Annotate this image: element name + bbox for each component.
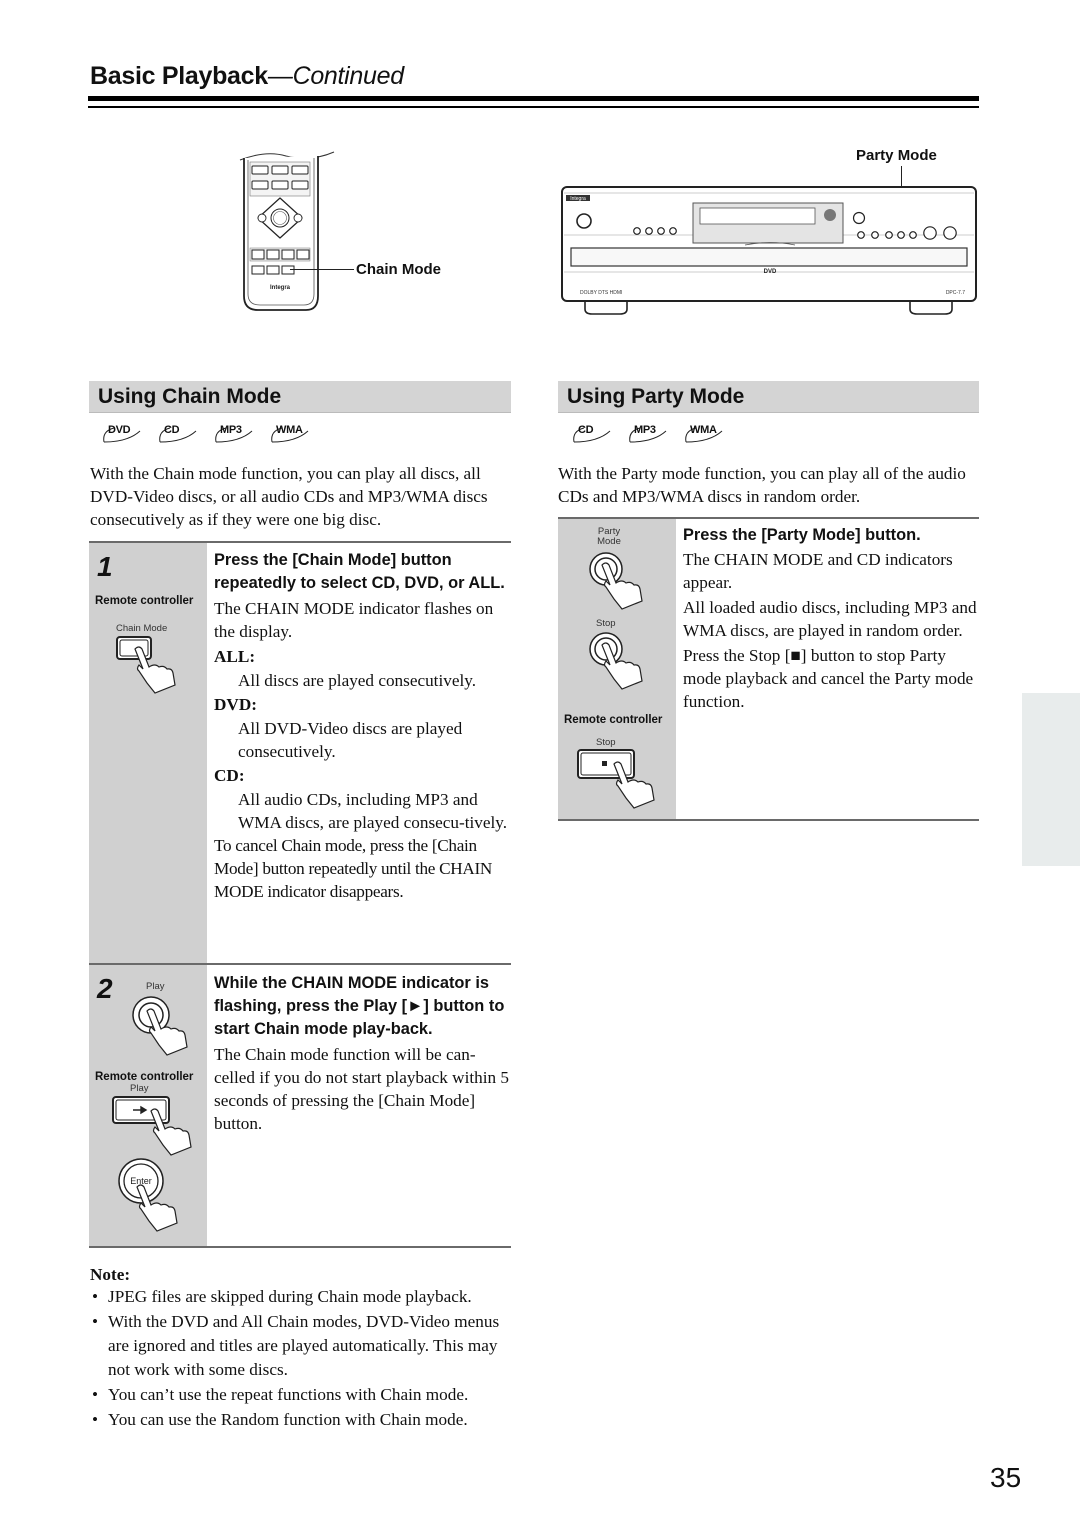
party-step-para-3: Press the Stop [■] button to stop Party … [683,646,974,711]
player-drawing: Integra DVD DOLBY DTS HDMI DPC-7.7 [561,186,977,315]
svg-text:DVD: DVD [764,269,777,275]
step-2-illustration-column: 2 Play Remote controller Play Enter [89,965,207,1246]
step-1-heading: Press the [Chain Mode] button repeatedly… [214,551,505,592]
header-rule-thin [88,106,979,108]
party-step-bottom-rule [558,819,979,821]
party-step-illustration-column: Party Mode Stop Remote controller Stop [558,519,676,819]
party-mode-heading: Using Party Mode [558,381,979,413]
mode-label-cd: CD: [214,766,245,785]
chapter-side-tab [1022,693,1080,866]
mode-text-all: All discs are played consecutively. [238,671,476,690]
remote-controller-label: Remote controller [564,714,663,726]
party-mode-intro: With the Party mode function, you can pl… [558,464,966,506]
mode-text-cd: All audio CDs, including MP3 and WMA dis… [238,790,508,832]
page-title-suffix: —Continued [267,62,404,90]
remote-play-button-label: Play [130,1083,149,1094]
page-title: Basic Playback—Continued [90,62,404,91]
mode-label-all: ALL: [214,647,256,666]
note-item: With the DVD and All Chain modes, DVD-Vi… [90,1310,514,1382]
note-item: You can use the Random function with Cha… [90,1408,514,1432]
disc-badge-mp3: MP3 [626,423,670,445]
note-item: JPEG files are skipped during Chain mode… [90,1285,514,1309]
press-party-mode-button-icon [589,552,643,610]
step-1-content: Press the [Chain Mode] button repeatedly… [214,549,512,903]
remote-stop-button-label: Stop [596,737,616,748]
remote-controller-label: Remote controller [95,595,194,607]
header-rule-thick [88,96,979,101]
disc-badge-cd: CD [156,423,200,445]
disc-badge-wma: WMA [268,423,312,445]
disc-badge-wma: WMA [682,423,726,445]
step-1-illustration-column: 1 Remote controller Chain Mode [89,543,207,963]
page-title-main: Basic Playback [90,62,268,90]
svg-text:DPC-7.7: DPC-7.7 [946,290,965,296]
party-step-para-2: All loaded audio discs, including MP3 an… [683,598,977,640]
chain-mode-callout: Chain Mode [356,261,441,278]
step-2-heading: While the CHAIN MODE indicator is flashi… [214,974,505,1038]
chain-mode-heading: Using Chain Mode [89,381,511,413]
svg-text:Integra: Integra [270,285,291,291]
press-remote-stop-button-icon [577,749,655,809]
press-panel-play-button-icon [132,996,188,1056]
step-2-content: While the CHAIN MODE indicator is flashi… [214,972,512,1135]
chain-mode-button-label: Chain Mode [116,623,168,634]
disc-badge-mp3: MP3 [212,423,256,445]
panel-play-button-label: Play [146,981,165,992]
party-step-heading: Press the [Party Mode] button. [683,526,921,544]
step-number: 1 [97,551,113,582]
disc-badge-cd: CD [570,423,614,445]
step-number: 2 [97,973,113,1004]
press-enter-button-icon: Enter [118,1158,178,1232]
panel-party-mode-button-label: Party Mode [597,526,621,547]
step-2-text: The Chain mode function will be can-cell… [214,1045,509,1133]
player-illustration: Integra DVD DOLBY DTS HDMI DPC-7.7 [560,186,980,326]
mode-label-dvd: DVD: [214,695,257,714]
note-title: Note: [90,1265,131,1284]
chain-mode-disc-badges: DVD CD MP3 WMA [100,423,312,445]
disc-badge-dvd: DVD [100,423,144,445]
party-step-content: Press the [Party Mode] button. The CHAIN… [683,524,979,713]
party-step-para-1: The CHAIN MODE and CD indicators appear. [683,550,953,592]
note-list: JPEG files are skipped during Chain mode… [90,1285,514,1432]
chain-mode-note: Note: JPEG files are skipped during Chai… [90,1265,514,1433]
cancel-chain-mode-text: To cancel Chain mode, press the [Chain M… [214,836,493,901]
step-2-bottom-rule [89,1246,511,1248]
press-panel-stop-button-icon [589,632,643,690]
chain-mode-callout-line [290,269,354,271]
svg-text:DOLBY DTS HDMI: DOLBY DTS HDMI [580,290,622,296]
remote-controller-label: Remote controller [95,1071,194,1083]
mode-text-dvd: All DVD-Video discs are played consecuti… [238,719,463,761]
remote-illustration: Integra [236,148,336,313]
svg-text:Integra: Integra [570,196,586,202]
chain-mode-intro: With the Chain mode function, you can pl… [90,464,488,529]
press-remote-play-button-icon [112,1096,192,1156]
note-item: You can’t use the repeat functions with … [90,1383,514,1407]
press-chain-mode-button-icon [116,636,176,694]
party-mode-disc-badges: CD MP3 WMA [570,423,726,445]
remote-drawing: Integra [239,151,335,311]
party-mode-callout: Party Mode [856,147,937,164]
page-number: 35 [990,1462,1022,1493]
panel-stop-button-label: Stop [596,618,616,629]
step-1-text: The CHAIN MODE indicator flashes on the … [214,599,494,641]
